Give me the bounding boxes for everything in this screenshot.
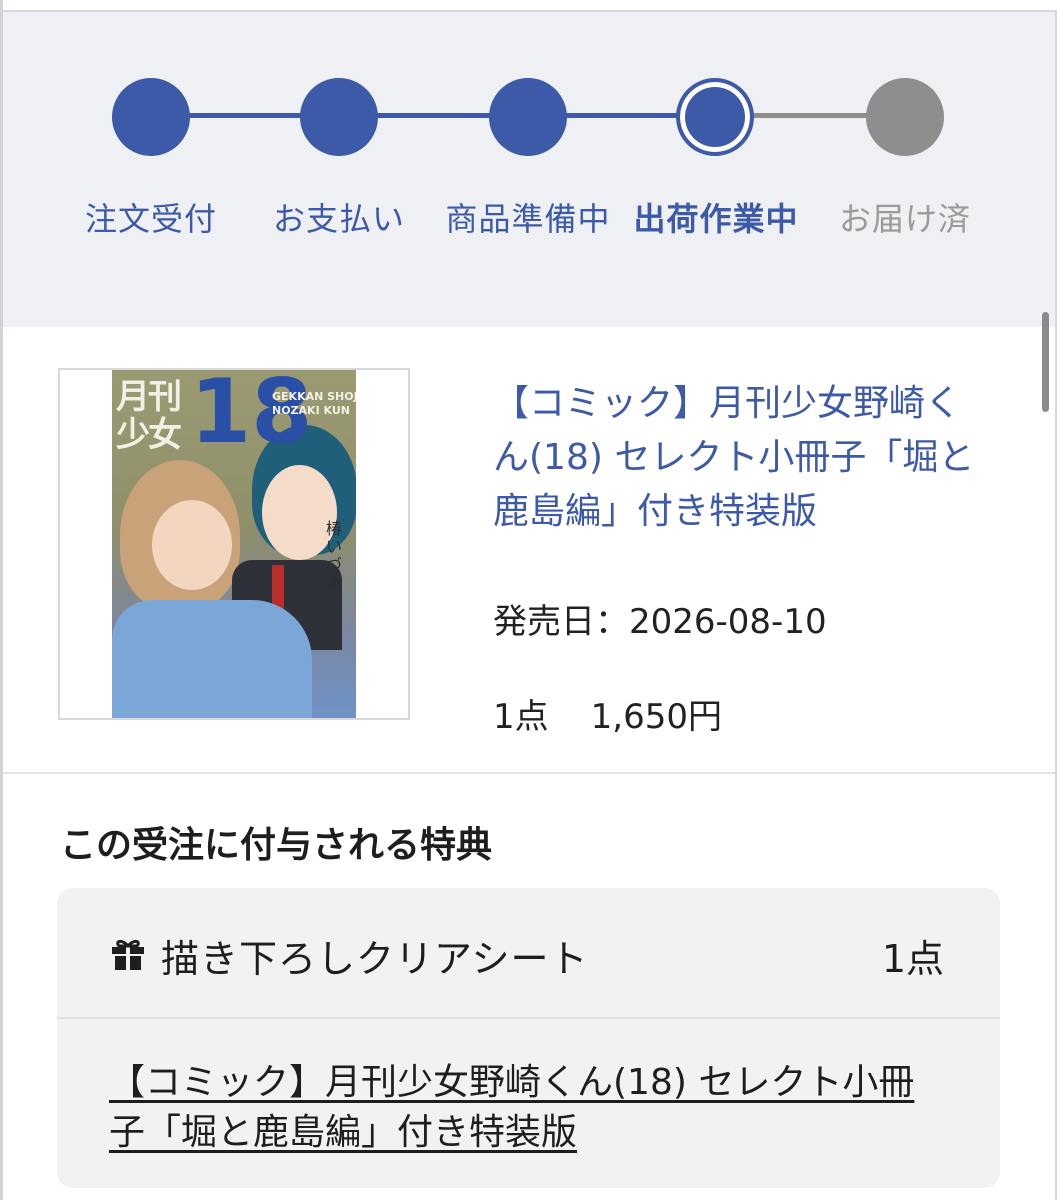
cover-author: 椿いづみ (326, 519, 343, 592)
bonus-item-row: 描き下ろしクリアシート 1点 (57, 888, 1000, 1018)
release-date: 発売日：2026-08-10 (493, 602, 827, 642)
bonus-item-count: 1点 (881, 937, 944, 981)
bonus-linked-product-link[interactable]: 【コミック】月刊少女野崎くん(18) セレクト小冊子「堀と鹿島編」付き特装版 (109, 1058, 949, 1158)
step-label-shipping: 出荷作業中 (633, 200, 799, 238)
step-marker-delivered (866, 78, 944, 156)
order-progress-tracker: 注文受付 お支払い 商品準備中 出荷作業中 お届け済 (3, 12, 1055, 327)
product-quantity: 1点 (493, 697, 549, 737)
bonus-heading: この受注に付与される特典 (60, 825, 493, 866)
section-divider (3, 772, 1055, 774)
product-price: 1,650円 (590, 697, 722, 737)
step-label-preparing: 商品準備中 (445, 200, 611, 238)
step-marker-payment (300, 78, 378, 156)
step-marker-order-received (112, 78, 190, 156)
cover-character-face-1 (152, 500, 232, 590)
vertical-scrollbar[interactable] (1042, 312, 1049, 412)
bonus-box: 描き下ろしクリアシート 1点 【コミック】月刊少女野崎くん(18) セレクト小冊… (57, 888, 1000, 1188)
step-label-delivered: お届け済 (838, 200, 971, 238)
cover-art: 月刊少女 18 GEKKAN SHOJO NOZAKI KUN 椿いづみ (112, 370, 356, 718)
step-label-order-received: 注文受付 (84, 200, 217, 238)
cover-title-jp: 月刊少女 (116, 377, 182, 455)
gift-icon (112, 939, 144, 970)
cover-shirt (112, 600, 312, 718)
bonus-separator (57, 1017, 1000, 1019)
product-cover-image[interactable]: 月刊少女 18 GEKKAN SHOJO NOZAKI KUN 椿いづみ (58, 368, 410, 720)
bonus-item-name: 描き下ろしクリアシート (161, 937, 589, 981)
step-label-payment: お支払い (272, 200, 405, 238)
step-marker-shipping (676, 78, 754, 156)
step-marker-preparing (489, 78, 567, 156)
cover-title-en: GEKKAN SHOJO NOZAKI KUN (272, 390, 356, 417)
quantity-price: 1点 1,650円 (493, 689, 764, 738)
product-title-link[interactable]: 【コミック】月刊少女野崎くん(18) セレクト小冊子「堀と鹿島編」付き特装版 (493, 377, 993, 539)
product-section: 月刊少女 18 GEKKAN SHOJO NOZAKI KUN 椿いづみ 【コミ… (3, 327, 1055, 772)
